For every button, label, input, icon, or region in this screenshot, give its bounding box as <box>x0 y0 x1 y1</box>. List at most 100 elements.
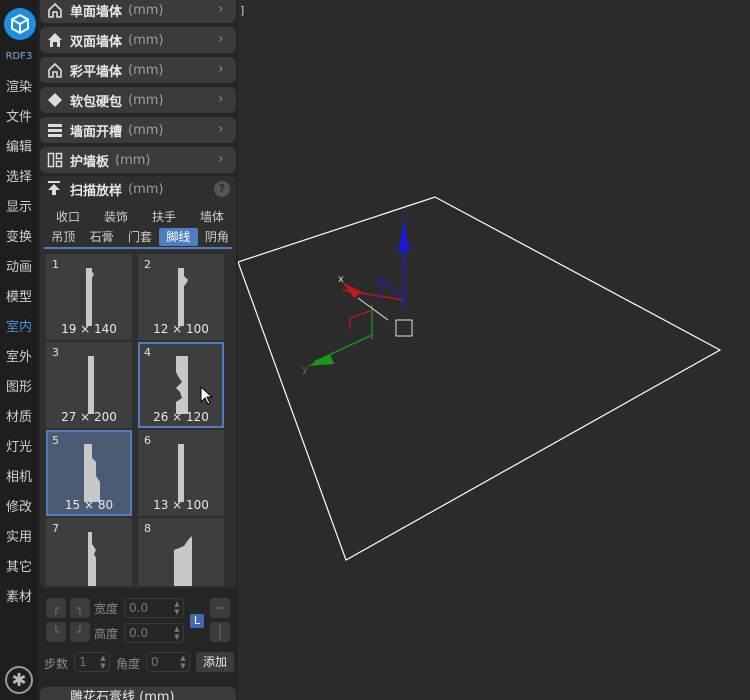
angle-spinner-icon[interactable]: ▲ ▼ <box>179 654 187 670</box>
profile-item-2[interactable]: 2 12 × 100 <box>138 254 224 340</box>
profile-item-4[interactable]: 4 26 × 120 <box>138 342 224 428</box>
section-2[interactable]: 彩平墙体 (mm) › <box>40 57 236 83</box>
chevron-right-icon: › <box>218 61 224 77</box>
section-1[interactable]: 双面墙体 (mm) › <box>40 27 236 53</box>
tool-panel: 单面墙体 (mm) › 双面墙体 (mm) › 彩平墙体 (mm) › 软包硬包 (mm) › 墙面开槽… <box>38 0 238 700</box>
viewport-canvas: z x y <box>237 196 722 561</box>
tab-row2-2[interactable]: 门套 <box>121 228 159 246</box>
help-icon[interactable]: ? <box>214 181 230 197</box>
nav-item-8[interactable]: 室内 <box>0 315 38 341</box>
category-tabs-row2: 吊顶 石膏 门套 脚线 阴角 <box>44 228 236 246</box>
nav-item-10[interactable]: 图形 <box>0 375 38 401</box>
logo-label: RDF3 <box>5 51 33 62</box>
profile-dimensions: 15 × 80 <box>64 498 114 512</box>
chevron-right-icon: › <box>218 151 224 167</box>
sweep-loft-header[interactable]: 扫描放样 (mm) ? <box>40 176 236 202</box>
angle-label: 角度 <box>116 657 141 671</box>
section-unit: (mm) <box>128 62 164 78</box>
section-3[interactable]: 软包硬包 (mm) › <box>40 87 236 113</box>
section-title: 彩平墙体 <box>70 64 123 80</box>
corner-top-right-button[interactable]: ┐ <box>70 598 90 618</box>
carved-plaster-line-section[interactable]: 雕花石膏线 (mm) <box>40 687 236 700</box>
app-logo-icon[interactable] <box>4 8 36 40</box>
flip-horizontal-button[interactable]: ─ <box>210 598 230 618</box>
profile-number: 1 <box>52 258 59 271</box>
corner-bottom-left-button[interactable]: └ <box>46 622 66 642</box>
profile-item-8[interactable]: 8 <box>138 518 224 586</box>
section-0[interactable]: 单面墙体 (mm) › <box>40 0 236 23</box>
width-value: 0.0 <box>129 601 149 615</box>
nav-item-6[interactable]: 动画 <box>0 255 38 281</box>
profile-item-3[interactable]: 3 27 × 200 <box>46 342 132 428</box>
chevron-right-icon: › <box>218 31 224 47</box>
section-5[interactable]: 护墙板 (mm) › <box>40 147 236 173</box>
profile-item-5[interactable]: 5 15 × 80 <box>46 430 132 516</box>
nav-item-12[interactable]: 灯光 <box>0 435 38 461</box>
corner-top-left-button[interactable]: ┌ <box>46 598 66 618</box>
profile-preview <box>174 536 192 586</box>
width-label: 宽度 <box>94 602 119 616</box>
profile-number: 3 <box>52 346 59 359</box>
nav-item-11[interactable]: 材质 <box>0 405 38 431</box>
width-input[interactable]: 0.0 ▲ ▼ <box>124 598 184 618</box>
profile-dimensions: 13 × 100 <box>153 498 209 512</box>
section-title: 双面墙体 <box>70 34 123 50</box>
nav-item-5[interactable]: 变换 <box>0 225 38 251</box>
nav-item-3[interactable]: 选择 <box>0 165 38 191</box>
z-axis-arrow-icon <box>398 220 410 252</box>
nav-item-7[interactable]: 模型 <box>0 285 38 311</box>
tab-row1-0[interactable]: 收口 <box>44 208 92 226</box>
nav-item-17[interactable]: 素材 <box>0 585 38 611</box>
tab-row2-1[interactable]: 石膏 <box>82 228 120 246</box>
profile-item-1[interactable]: 1 19 × 140 <box>46 254 132 340</box>
nav-item-0[interactable]: 渲染 <box>0 75 38 101</box>
nav-item-13[interactable]: 相机 <box>0 465 38 491</box>
flip-vertical-button[interactable]: │ <box>210 622 230 642</box>
nav-item-14[interactable]: 修改 <box>0 495 38 521</box>
3d-viewport[interactable]: z x y <box>237 0 750 700</box>
nav-item-2[interactable]: 编辑 <box>0 135 38 161</box>
corner-bottom-right-button[interactable]: ┘ <box>70 622 90 642</box>
section-unit: (mm) <box>115 152 151 168</box>
nav-item-4[interactable]: 显示 <box>0 195 38 221</box>
width-spinner-icon[interactable]: ▲ ▼ <box>173 600 181 616</box>
tab-row2-3[interactable]: 脚线 <box>159 228 198 246</box>
nav-item-1[interactable]: 文件 <box>0 105 38 131</box>
add-button[interactable]: 添加 <box>196 652 234 672</box>
lock-ratio-button[interactable]: L <box>190 614 204 628</box>
z-axis-label: z <box>403 211 408 222</box>
steps-value: 1 <box>79 655 87 669</box>
height-value: 0.0 <box>129 626 149 640</box>
chevron-right-icon: › <box>218 1 224 17</box>
tab-row2-0[interactable]: 吊顶 <box>44 228 82 246</box>
tab-row1-2[interactable]: 扶手 <box>140 208 188 226</box>
nav-item-16[interactable]: 其它 <box>0 555 38 581</box>
house-outline-icon <box>46 61 64 79</box>
nav-item-9[interactable]: 室外 <box>0 345 38 371</box>
angle-input[interactable]: 0 ▲ ▼ <box>146 652 190 672</box>
house-outline-icon <box>46 1 64 19</box>
ground-plane <box>237 196 722 561</box>
list-lines-icon <box>46 121 64 139</box>
steps-spinner-icon[interactable]: ▲ ▼ <box>99 654 107 670</box>
section-unit: (mm) <box>128 32 164 48</box>
profile-item-6[interactable]: 6 13 × 100 <box>138 430 224 516</box>
settings-gear-icon[interactable]: ✱ <box>5 666 33 694</box>
height-spinner-icon[interactable]: ▲ ▼ <box>173 625 181 641</box>
profile-dimensions: 19 × 140 <box>61 322 117 336</box>
tab-underline <box>44 247 232 249</box>
tab-row1-3[interactable]: 墙体 <box>188 208 236 226</box>
upload-arrow-icon <box>46 180 64 198</box>
nav-item-15[interactable]: 实用 <box>0 525 38 551</box>
category-tabs-row1: 收口 装饰 扶手 墙体 <box>44 208 236 226</box>
section-title: 软包硬包 <box>70 94 123 110</box>
height-input[interactable]: 0.0 ▲ ▼ <box>124 623 184 643</box>
section-unit: (mm) <box>128 92 164 108</box>
profile-item-7[interactable]: 7 <box>46 518 132 586</box>
tab-row1-1[interactable]: 装饰 <box>92 208 140 226</box>
steps-input[interactable]: 1 ▲ ▼ <box>74 652 110 672</box>
section-4[interactable]: 墙面开槽 (mm) › <box>40 117 236 143</box>
tab-row2-4[interactable]: 阴角 <box>198 228 236 246</box>
profile-dimensions: 27 × 200 <box>61 410 117 424</box>
profile-dimensions: 26 × 120 <box>153 410 209 424</box>
